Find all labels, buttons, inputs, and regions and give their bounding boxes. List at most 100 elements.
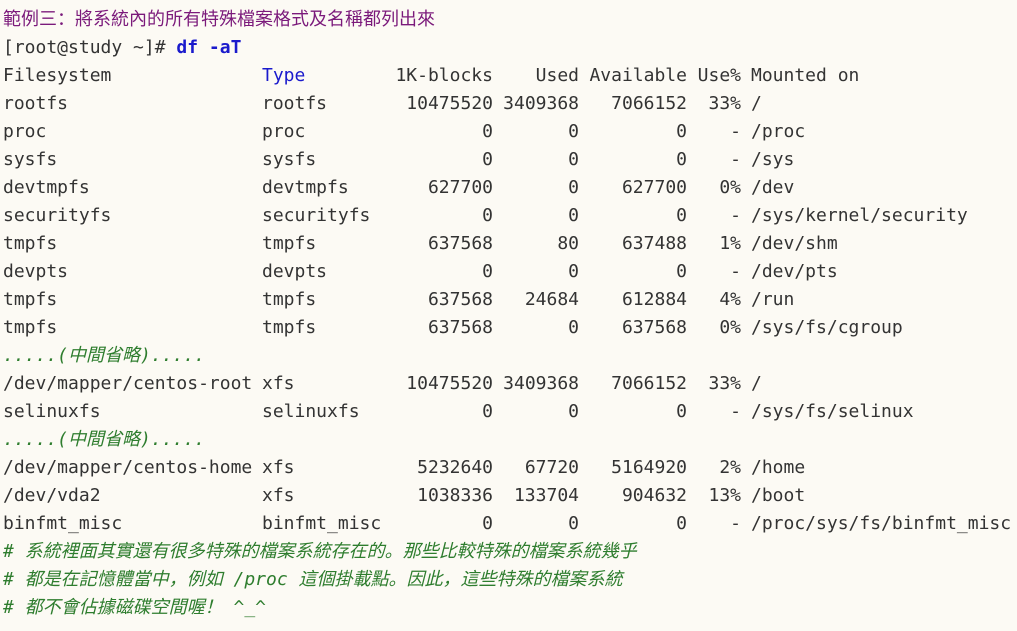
- cell-blocks: 10475520: [406, 93, 493, 114]
- table-row: devtmpfs devtmpfs 627700 0 627700 0% /de…: [3, 174, 1017, 202]
- table-row: rootfs rootfs 10475520 3409368 7066152 3…: [3, 90, 1017, 118]
- table-row: tmpfs tmpfs 637568 80 637488 1% /dev/shm: [3, 230, 1017, 258]
- cell-used: 0: [568, 513, 579, 534]
- example-heading: 範例三：將系統內的所有特殊檔案格式及名稱都列出來: [3, 9, 435, 30]
- cell-type: securityfs: [262, 205, 371, 226]
- cell-mounted: /sys: [751, 149, 795, 170]
- cell-use-pct: 2%: [719, 457, 741, 478]
- cell-mounted: /proc/sys/fs/binfmt_misc: [751, 513, 1012, 534]
- cell-blocks: 0: [482, 401, 493, 422]
- cell-mounted: /home: [751, 457, 806, 478]
- cell-available: 627700: [621, 177, 687, 198]
- cell-type: proc: [262, 121, 306, 142]
- cell-filesystem: /dev/mapper/centos-home: [3, 457, 253, 478]
- command-line: [root@study ~]# df -aT: [3, 34, 1017, 62]
- cell-type: devpts: [262, 261, 328, 282]
- cell-used: 0: [568, 401, 579, 422]
- omitted-marker: .....(中間省略).....: [3, 429, 206, 450]
- cell-filesystem: devpts: [3, 261, 69, 282]
- cell-use-pct: 1%: [719, 233, 741, 254]
- cell-available: 904632: [621, 485, 687, 506]
- cell-use-pct: 0%: [719, 317, 741, 338]
- terminal-output: 範例三：將系統內的所有特殊檔案格式及名稱都列出來 [root@study ~]#…: [0, 0, 1017, 631]
- cell-type: sysfs: [262, 149, 317, 170]
- cell-use-pct: -: [730, 261, 741, 282]
- header-use-pct: Use%: [697, 65, 741, 86]
- header-blocks: 1K-blocks: [395, 65, 493, 86]
- cell-mounted: /boot: [751, 485, 806, 506]
- cell-available: 637488: [621, 233, 687, 254]
- cell-blocks: 627700: [427, 177, 493, 198]
- cell-filesystem: proc: [3, 121, 47, 142]
- header-used: Used: [535, 65, 579, 86]
- shell-prompt: [root@study ~]#: [3, 37, 177, 58]
- cell-blocks: 0: [482, 121, 493, 142]
- cell-used: 3409368: [503, 373, 579, 394]
- cell-type: tmpfs: [262, 317, 317, 338]
- cell-used: 0: [568, 317, 579, 338]
- cell-available: 612884: [621, 289, 687, 310]
- cell-mounted: /dev: [751, 177, 795, 198]
- table-row: tmpfs tmpfs 637568 24684 612884 4% /run: [3, 286, 1017, 314]
- header-mounted: Mounted on: [751, 65, 860, 86]
- cell-mounted: /sys/kernel/security: [751, 205, 968, 226]
- table-row: /dev/vda2 xfs 1038336 133704 904632 13% …: [3, 482, 1017, 510]
- cell-available: 7066152: [611, 93, 687, 114]
- cell-use-pct: 33%: [708, 373, 741, 394]
- cell-mounted: /: [751, 93, 762, 114]
- cell-blocks: 1038336: [417, 485, 493, 506]
- cell-use-pct: 0%: [719, 177, 741, 198]
- cell-filesystem: tmpfs: [3, 317, 58, 338]
- cell-available: 0: [676, 121, 687, 142]
- cell-blocks: 0: [482, 513, 493, 534]
- table-row: sysfs sysfs 0 0 0 - /sys: [3, 146, 1017, 174]
- table-row: tmpfs tmpfs 637568 0 637568 0% /sys/fs/c…: [3, 314, 1017, 342]
- cell-use-pct: -: [730, 513, 741, 534]
- table-row: devpts devpts 0 0 0 - /dev/pts: [3, 258, 1017, 286]
- cell-used: 0: [568, 121, 579, 142]
- cell-filesystem: /dev/vda2: [3, 485, 101, 506]
- comment-line: # 系統裡面其實還有很多特殊的檔案系統存在的。那些比較特殊的檔案系統幾乎: [3, 541, 637, 562]
- comment-line: # 都是在記憶體當中，例如 /proc 這個掛載點。因此，這些特殊的檔案系統: [3, 569, 623, 590]
- table-row: /dev/mapper/centos-home xfs 5232640 6772…: [3, 454, 1017, 482]
- table-row: proc proc 0 0 0 - /proc: [3, 118, 1017, 146]
- header-available: Available: [589, 65, 687, 86]
- cell-type: xfs: [262, 373, 295, 394]
- cell-used: 24684: [524, 289, 579, 310]
- cell-filesystem: binfmt_misc: [3, 513, 123, 534]
- cell-filesystem: tmpfs: [3, 289, 58, 310]
- table-row: selinuxfs selinuxfs 0 0 0 - /sys/fs/seli…: [3, 398, 1017, 426]
- cell-used: 0: [568, 261, 579, 282]
- cell-available: 0: [676, 513, 687, 534]
- cell-blocks: 637568: [427, 317, 493, 338]
- cell-use-pct: 13%: [708, 485, 741, 506]
- cell-available: 637568: [621, 317, 687, 338]
- cell-filesystem: selinuxfs: [3, 401, 101, 422]
- cell-type: devtmpfs: [262, 177, 349, 198]
- cell-use-pct: -: [730, 401, 741, 422]
- cell-available: 0: [676, 205, 687, 226]
- cell-mounted: /sys/fs/cgroup: [751, 317, 903, 338]
- cell-used: 0: [568, 177, 579, 198]
- cell-use-pct: -: [730, 121, 741, 142]
- cell-used: 3409368: [503, 93, 579, 114]
- table-row: binfmt_misc binfmt_misc 0 0 0 - /proc/sy…: [3, 510, 1017, 538]
- cell-mounted: /run: [751, 289, 795, 310]
- cell-used: 0: [568, 149, 579, 170]
- cell-blocks: 637568: [427, 233, 493, 254]
- cell-type: xfs: [262, 485, 295, 506]
- cell-available: 0: [676, 401, 687, 422]
- cell-mounted: /sys/fs/selinux: [751, 401, 914, 422]
- cell-type: selinuxfs: [262, 401, 360, 422]
- header-filesystem: Filesystem: [3, 65, 112, 86]
- cell-used: 0: [568, 205, 579, 226]
- cell-used: 80: [557, 233, 579, 254]
- cell-blocks: 10475520: [406, 373, 493, 394]
- omitted-marker: .....(中間省略).....: [3, 345, 206, 366]
- cell-mounted: /dev/shm: [751, 233, 838, 254]
- cell-available: 0: [676, 261, 687, 282]
- cell-blocks: 637568: [427, 289, 493, 310]
- cell-use-pct: -: [730, 149, 741, 170]
- cell-filesystem: devtmpfs: [3, 177, 90, 198]
- cell-use-pct: 33%: [708, 93, 741, 114]
